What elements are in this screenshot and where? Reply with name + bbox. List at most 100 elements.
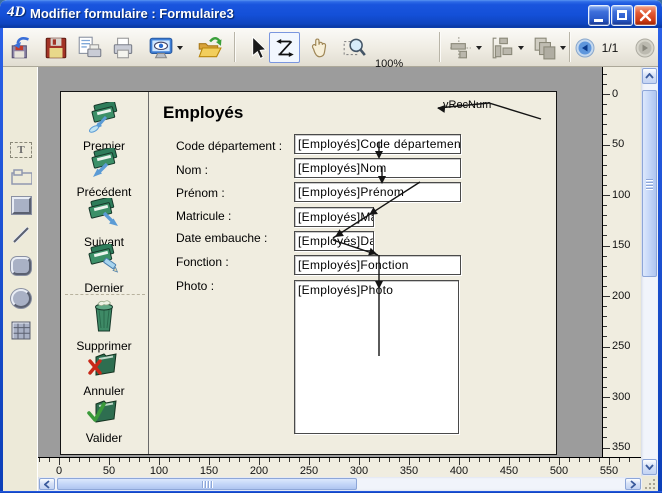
scroll-down-button[interactable] [642,459,657,475]
thumb-grip [58,479,356,489]
duplicate-button[interactable] [530,32,568,63]
form-button-dernier[interactable]: Dernier [61,244,147,295]
ruler-label: 250 [612,340,630,352]
open-form-icon [196,35,222,61]
ruler-label: 200 [249,465,269,477]
ruler-label: 250 [299,465,319,477]
field-label[interactable]: Nom : [176,163,208,177]
test-form-dropdown-icon[interactable] [177,46,183,50]
print-preview-button[interactable] [73,32,107,63]
tool-rectangle[interactable] [10,195,32,215]
toolbar-gap [335,32,337,62]
field-label[interactable]: Code département : [176,139,282,153]
tool-grid[interactable] [10,319,32,341]
tool-group-box[interactable] [10,168,32,186]
horizontal-scrollbar[interactable] [38,477,642,491]
maximize-icon [617,10,627,20]
previous-page-button[interactable] [574,32,596,63]
resize-grip-icon [642,477,658,491]
test-form-button[interactable] [143,32,187,63]
tool-rounded-rectangle[interactable] [10,255,32,277]
form-button-precedent[interactable]: Précédent [61,148,147,199]
ruler-label: 150 [199,465,219,477]
book-previous-icon [84,148,124,180]
save-revert-icon [9,35,35,61]
hand-icon [307,36,331,60]
close-button[interactable] [634,5,657,26]
field-label[interactable]: Date embauche : [176,231,267,245]
save-button[interactable] [41,32,71,63]
form-page[interactable]: Premier Précédent [60,91,557,455]
tool-oval[interactable] [10,287,32,309]
tool-line[interactable] [10,225,32,245]
horizontal-scrollbar-thumb[interactable] [57,478,357,490]
field-prenom[interactable]: [Employés]Prénom [294,182,461,202]
field-code-departement[interactable]: [Employés]Code département [294,134,461,154]
ruler-label: 0 [612,88,618,100]
grid-tool-icon [10,320,32,341]
form-button-premier[interactable]: Premier [61,102,147,153]
form-title-object[interactable]: Employés [163,103,243,123]
vertical-scrollbar-thumb[interactable] [642,90,657,277]
align-dropdown-icon[interactable] [476,46,482,50]
ruler-label: 50 [612,138,624,150]
vertical-scrollbar[interactable] [641,67,658,476]
zoom-tool-button[interactable] [339,32,369,63]
resize-grip[interactable] [642,477,658,491]
previous-page-icon [575,38,595,58]
ruler-label: 500 [549,465,569,477]
scroll-down-icon [645,464,654,470]
ruler-label: 0 [49,465,69,477]
button-group-separator [65,294,145,295]
ruler-label: 100 [149,465,169,477]
field-label[interactable]: Matricule : [176,209,231,223]
titlebar[interactable]: 4D Modifier formulaire : Formulaire3 [0,0,662,28]
field-label[interactable]: Prénom : [176,186,225,200]
ruler-label: 150 [612,239,630,251]
distribute-dropdown-icon[interactable] [518,46,524,50]
test-form-icon [148,35,174,61]
toolbar-separator [569,32,571,62]
toolbar: 100% [3,28,658,67]
form-button-annuler[interactable]: Annuler [61,347,147,398]
ruler-label: 100 [612,189,630,201]
field-date-embauche[interactable]: [Employés]Date embauche [294,231,374,251]
distribute-button[interactable] [488,32,526,63]
ruler-label: 300 [612,391,630,403]
print-icon [110,35,136,61]
hand-tool-button[interactable] [304,32,334,63]
open-form-button[interactable] [193,32,225,63]
object-tool-palette: T [3,67,38,491]
scroll-up-button[interactable] [642,68,657,84]
save-revert-button[interactable] [7,32,37,63]
tool-text[interactable]: T [10,141,32,159]
scroll-right-icon [630,480,636,489]
print-preview-icon [76,35,104,61]
form-separator-line[interactable] [148,92,149,455]
select-tool-button[interactable] [243,32,269,63]
next-page-button[interactable] [634,32,656,63]
field-photo[interactable]: [Employés]Photo [294,280,459,434]
field-matricule[interactable]: [Employés]Matricule [294,207,374,227]
magnifier-icon [342,35,367,60]
form-button-valider[interactable]: Valider [61,394,147,445]
next-page-icon [635,38,655,58]
form-button-suivant[interactable]: Suivant [61,198,147,249]
field-label[interactable]: Photo : [176,279,214,293]
align-button[interactable] [446,32,484,63]
maximize-button[interactable] [611,5,633,26]
duplicate-dropdown-icon[interactable] [560,46,566,50]
toolbar-separator [439,32,441,62]
field-fonction[interactable]: [Employés]Fonction [294,255,461,275]
duplicate-icon [533,36,557,60]
field-label[interactable]: Fonction : [176,255,229,269]
scroll-left-button[interactable] [39,478,55,490]
variable-object-vrecnum[interactable]: vRecNum [443,99,491,111]
minimize-button[interactable] [588,5,610,26]
print-button[interactable] [107,32,139,63]
scroll-right-button[interactable] [625,478,641,490]
entry-order-tool-button[interactable] [269,32,300,63]
form-button-supprimer[interactable]: Supprimer [61,298,147,353]
field-nom[interactable]: [Employés]Nom [294,158,461,178]
app-logo-4d-icon: 4D [7,4,27,24]
